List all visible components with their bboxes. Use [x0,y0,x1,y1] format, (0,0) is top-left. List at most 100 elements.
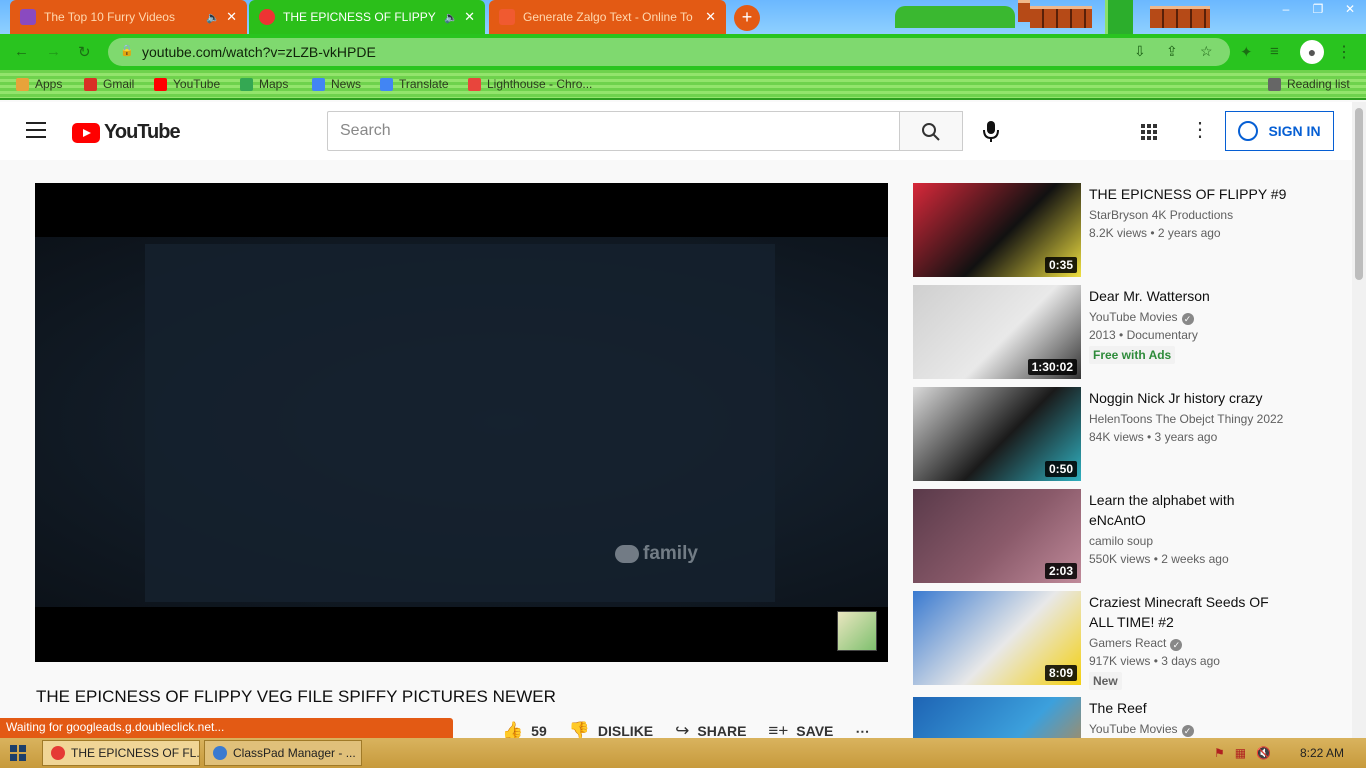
windows-start-icon[interactable] [10,745,26,761]
sign-in-button[interactable]: SIGN IN [1225,111,1334,151]
verified-check-icon: ✓ [1181,313,1194,325]
video-player[interactable]: family [35,183,888,662]
forward-icon[interactable]: → [46,43,61,60]
more-actions-button[interactable]: ⋯ [855,723,869,740]
bookmark-label: Apps [35,77,63,91]
address-bar[interactable]: 🔒 youtube.com/watch?v=zLZB-vkHPDE ⇩ ⇪ ☆ [108,38,1230,66]
channel-branding-thumbnail[interactable] [837,611,877,651]
taskbar-item-chrome[interactable]: THE EPICNESS OF FL... [42,740,200,766]
reading-list[interactable]: Reading list [1268,77,1350,91]
decor-bricks [1150,6,1210,28]
video-thumbnail[interactable]: 0:50 [913,387,1081,481]
page-scrollbar[interactable] [1352,102,1366,738]
bookmark-translate[interactable]: Translate [380,77,449,91]
classpad-icon [213,746,227,760]
media-control-icon[interactable]: ≡ [1270,43,1279,60]
recommended-video-title[interactable]: Dear Mr. Watterson [1089,286,1289,306]
voice-search-button[interactable] [975,116,1007,148]
search-button[interactable] [899,111,963,151]
channel-name[interactable]: Gamers React ✓ [1089,634,1183,652]
youtube-logo[interactable]: YouTube [72,121,181,144]
tab-strip: The Top 10 Furry Videos 🔈 ✕ THE EPICNESS… [0,0,1366,34]
channel-name[interactable]: camilo soup [1089,532,1153,550]
recommended-video-title[interactable]: Learn the alphabet with eNcAntO [1089,490,1289,530]
youtube-apps-icon[interactable] [1141,124,1157,140]
close-window-button[interactable]: ✕ [1334,0,1366,22]
recommended-video[interactable]: 1:30:02 Dear Mr. Watterson YouTube Movies ✓… [913,285,1333,381]
hamburger-menu-icon[interactable] [26,122,46,138]
channel-name[interactable]: YouTube Movies ✓ [1089,720,1194,738]
tab-favicon-icon [259,9,275,25]
lock-icon[interactable]: 🔒 [120,44,134,57]
profile-avatar-icon[interactable]: ● [1300,40,1324,64]
minimize-button[interactable]: – [1270,0,1302,22]
bookmark-star-icon[interactable]: ☆ [1200,43,1213,60]
bookmark-news[interactable]: News [312,77,361,91]
url-text[interactable]: youtube.com/watch?v=zLZB-vkHPDE [142,44,376,60]
video-thumbnail[interactable]: 2:03 [913,489,1081,583]
youtube-play-icon [72,122,100,143]
youtube-header: YouTube ⋮ SIGN IN [0,102,1352,160]
bookmark-maps[interactable]: Maps [240,77,288,91]
tab-title: The Top 10 Furry Videos [44,10,175,24]
youtube-wordmark: YouTube [104,121,181,143]
restore-button[interactable]: ❐ [1302,0,1334,22]
bookmark-lighthouse[interactable]: Lighthouse - Chro... [468,77,592,91]
recommended-video-title[interactable]: The Reef [1089,698,1289,718]
taskbar-item-classpad[interactable]: ClassPad Manager - ... [204,740,362,766]
bookmark-label: Gmail [103,77,135,91]
video-thumbnail[interactable]: 0:35 [913,183,1081,277]
browser-status-bar: Waiting for googleads.g.doubleclick.net.… [0,718,453,738]
close-tab-icon[interactable]: ✕ [705,9,716,25]
video-duration: 8:09 [1044,665,1077,681]
share-icon[interactable]: ⇪ [1166,43,1178,60]
taskbar-item-label: THE EPICNESS OF FL... [71,746,200,760]
taskbar-clock[interactable]: 8:22 AM [1300,746,1344,760]
recommended-video[interactable]: 0:50 Noggin Nick Jr history crazy HelenToo… [913,387,1333,483]
apps-grid-icon [16,77,29,91]
recommended-video[interactable]: 8:09 Craziest Minecraft Seeds OF ALL TIME… [913,591,1333,690]
network-icon[interactable]: ▦ [1235,746,1246,760]
recommended-video-title[interactable]: Noggin Nick Jr history crazy [1089,388,1289,408]
share-label: SHARE [697,723,747,739]
recommended-video[interactable]: 0:35 THE EPICNESS OF FLIPPY #9 StarBryson … [913,183,1333,279]
verified-check-icon: ✓ [1170,639,1183,651]
tab-title: Generate Zalgo Text - Online To [523,10,693,24]
reading-list-icon [1268,77,1281,91]
bookmark-youtube[interactable]: YouTube [154,77,220,91]
channel-name[interactable]: YouTube Movies ✓ [1089,308,1194,326]
search-input[interactable] [327,111,900,151]
channel-name[interactable]: StarBryson 4K Productions [1089,206,1233,224]
sign-in-label: SIGN IN [1268,123,1321,139]
settings-menu-icon[interactable]: ⋮ [1190,119,1210,141]
recommended-video-title[interactable]: Craziest Minecraft Seeds OF ALL TIME! #2 [1089,592,1289,632]
close-tab-icon[interactable]: ✕ [226,9,237,25]
new-tab-button[interactable]: + [734,5,760,31]
reload-icon[interactable]: ↻ [78,43,91,61]
flag-icon[interactable]: ⚑ [1214,746,1225,760]
install-icon[interactable]: ⇩ [1134,43,1146,60]
bookmark-apps[interactable]: Apps [16,77,62,91]
close-tab-icon[interactable]: ✕ [464,9,475,25]
scrollbar-thumb[interactable] [1355,108,1363,280]
volume-icon[interactable]: 🔇 [1256,746,1271,760]
recommended-video-title[interactable]: THE EPICNESS OF FLIPPY #9 [1089,184,1289,204]
speaker-icon[interactable]: 🔈 [206,11,220,24]
abc-logo-icon [615,545,639,563]
recommended-video[interactable]: 2:03 Learn the alphabet with eNcAntO camil… [913,489,1333,585]
tab-furry-videos[interactable]: The Top 10 Furry Videos 🔈 ✕ [10,0,247,34]
speaker-icon[interactable]: 🔈 [444,11,458,24]
tab-zalgo-text[interactable]: Generate Zalgo Text - Online To ✕ [489,0,726,34]
extensions-icon[interactable]: ✦ [1240,43,1253,61]
tab-epicness-of-flippy[interactable]: THE EPICNESS OF FLIPPY VEG 🔈 ✕ [249,0,485,34]
tab-favicon-icon [499,9,515,25]
channel-name[interactable]: HelenToons The Obejct Thingy 2022 [1089,410,1283,428]
system-tray: ⚑ ▦ 🔇 [1214,746,1271,760]
video-thumbnail[interactable]: 8:09 [913,591,1081,685]
bookmark-gmail[interactable]: Gmail [84,77,134,91]
video-thumbnail[interactable]: 1:30:02 [913,285,1081,379]
browser-menu-icon[interactable]: ⋮ [1336,42,1352,62]
bookmarks-bar: Apps Gmail YouTube Maps News Translate L… [0,70,1366,100]
back-icon[interactable]: ← [14,43,29,60]
chrome-icon [51,746,65,760]
